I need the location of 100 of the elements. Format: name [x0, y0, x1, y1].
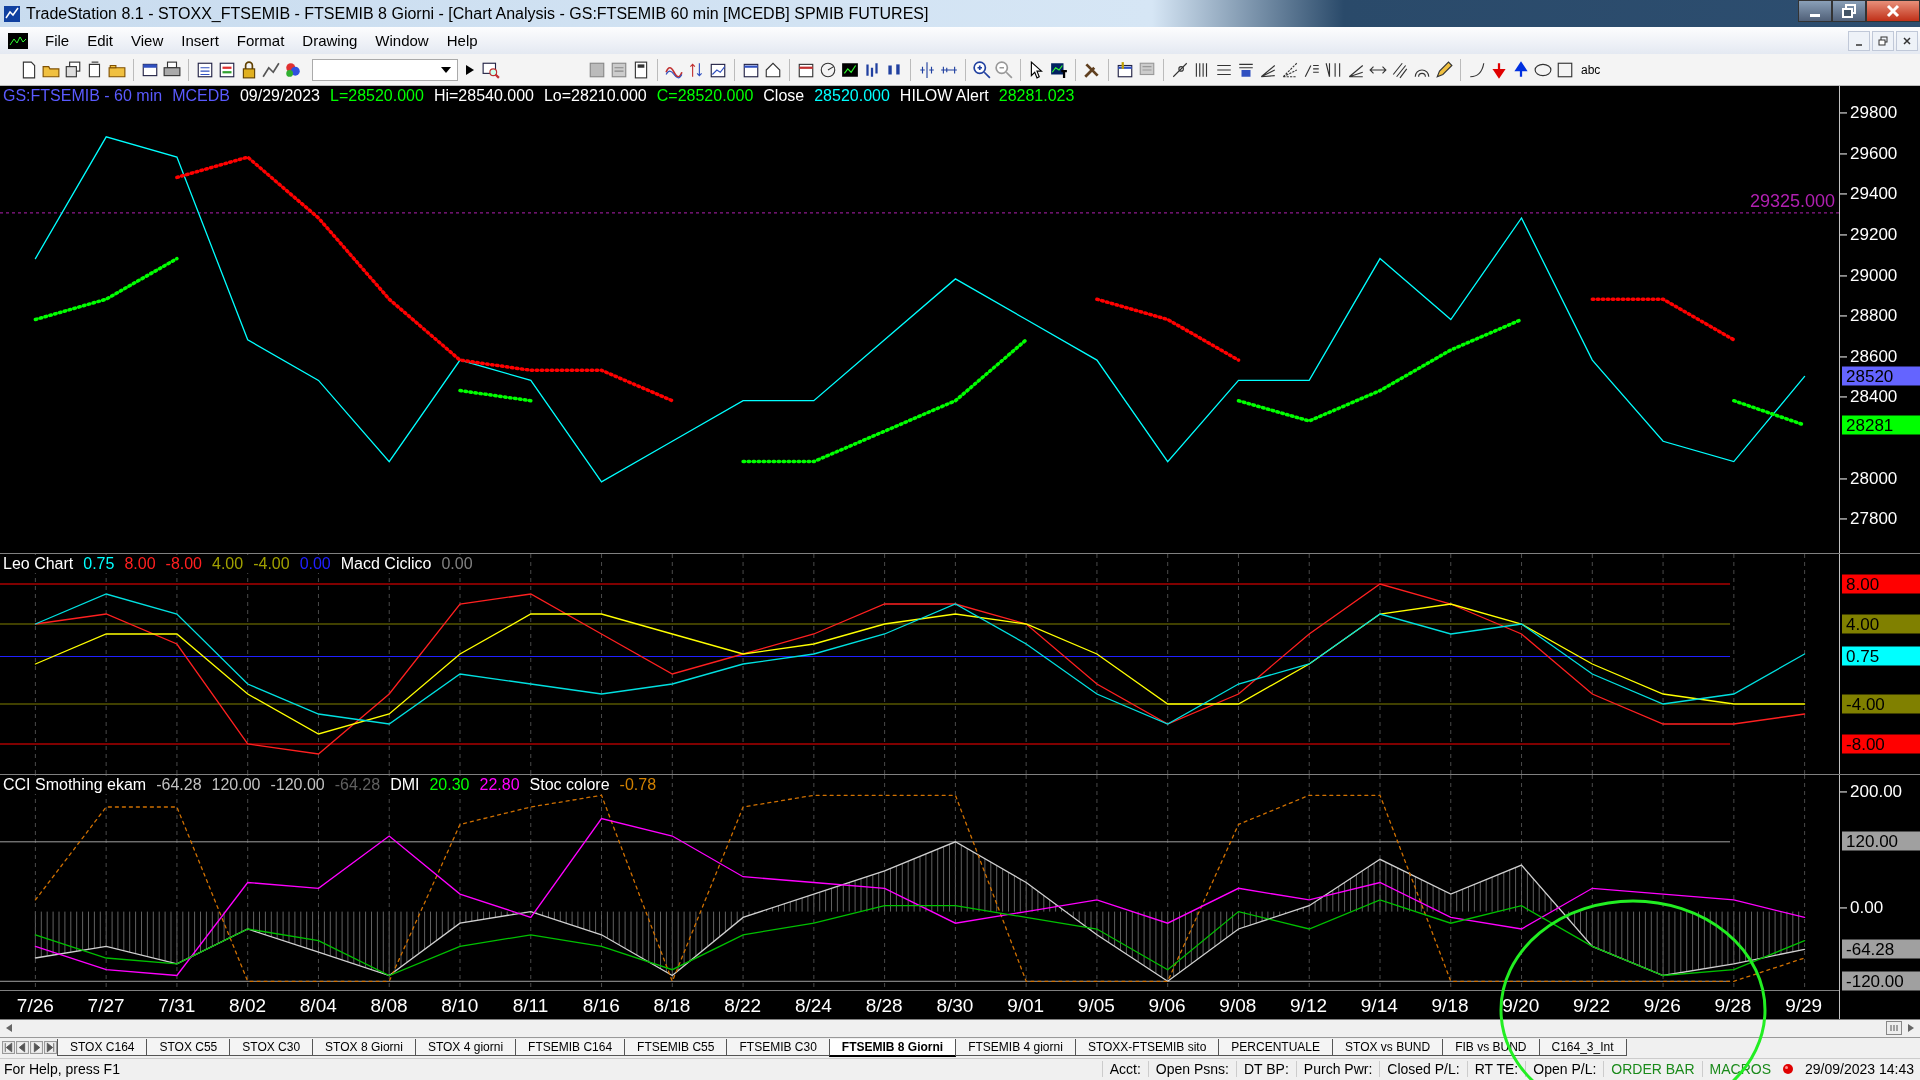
menu-item[interactable]: Drawing [293, 32, 367, 50]
calculator-icon[interactable] [632, 60, 650, 79]
minimize-icon [1856, 43, 1862, 46]
bars-icon[interactable] [863, 60, 881, 79]
up-arrow-icon[interactable] [1512, 60, 1530, 79]
menu-item[interactable]: Edit [78, 32, 123, 50]
pointer-icon[interactable] [1028, 60, 1046, 79]
menu-item[interactable]: Help [437, 32, 487, 50]
axis-level-label: -4.00 [1842, 694, 1920, 714]
colored-list-icon[interactable] [218, 60, 236, 79]
sheet-tab[interactable]: STOX C55 [146, 1039, 231, 1057]
blank-window-icon[interactable] [588, 60, 606, 79]
axis-level-label: 0.75 [1842, 646, 1920, 666]
status-datetime: 29/09/2023 14:43 [1804, 1061, 1915, 1078]
first-tab-icon[interactable] [2, 1041, 15, 1055]
date-axis-label: 9/01 [1006, 993, 1046, 1018]
sheet-tab[interactable]: STOXX-FTSEMIB sito [1074, 1039, 1220, 1057]
printer-icon[interactable] [163, 60, 181, 79]
trendline-icon[interactable] [1171, 60, 1189, 79]
legend-value: 22.80 [479, 775, 520, 794]
legend-value: -64.28 [156, 775, 202, 794]
next-tab-icon[interactable] [30, 1041, 43, 1055]
align-icon[interactable] [918, 60, 936, 79]
curve-icon[interactable] [1468, 60, 1486, 79]
restore-button[interactable] [1872, 30, 1894, 51]
current-value-marker: 28520 [1842, 366, 1920, 386]
legend-value: 4.00 [212, 554, 244, 573]
play-arrow-icon[interactable] [466, 64, 474, 75]
sheet-tab[interactable]: STOX 8 Giorni [312, 1039, 416, 1057]
minimize-icon [1810, 13, 1820, 17]
restore-icon [1878, 35, 1888, 46]
scroll-right-icon[interactable] [1908, 1024, 1914, 1033]
insert-window-icon[interactable] [1116, 60, 1134, 79]
date-axis-label: 8/02 [228, 993, 268, 1018]
sheet-tab[interactable]: STOX C164 [57, 1039, 148, 1057]
date-axis-label: 7/31 [157, 993, 197, 1018]
status-field: Purch Pwr: [1295, 1061, 1380, 1078]
date-axis-label: 8/11 [511, 993, 550, 1018]
rectangle-icon[interactable] [1556, 60, 1574, 79]
sheet-tab[interactable]: FTSEMIB 4 giorni [955, 1039, 1076, 1057]
down-arrow-icon[interactable] [1490, 60, 1508, 79]
chart-text-icon[interactable] [1050, 60, 1068, 79]
colored-balls-icon[interactable] [284, 60, 302, 79]
menu-item[interactable]: Insert [172, 32, 228, 50]
legend-value: GS:FTSEMIB - 60 min [3, 86, 163, 105]
sheet-tab[interactable]: FTSEMIB C55 [624, 1039, 728, 1057]
date-axis-label: 9/18 [1430, 993, 1470, 1018]
zoom-in-icon[interactable] [973, 60, 991, 79]
minimize-button[interactable] [1798, 0, 1832, 22]
menu-item[interactable]: File [36, 32, 79, 50]
legend-value: -120.00 [270, 775, 325, 794]
legend-value: Lo=28210.000 [543, 86, 647, 105]
sheet-tab[interactable]: FTSEMIB C30 [726, 1039, 830, 1057]
date-axis-label: 8/22 [723, 993, 763, 1018]
time-zones-icon[interactable] [1325, 60, 1343, 79]
menu-item[interactable]: Format [227, 32, 294, 50]
status-field: ORDER BAR [1603, 1061, 1702, 1078]
date-axis-label: 9/06 [1147, 993, 1187, 1018]
legend-value: DMI [390, 775, 420, 794]
close-icon [1885, 3, 1901, 19]
sheet-tab[interactable]: C164_3_Int [1538, 1039, 1627, 1057]
sheet-tab[interactable]: PERCENTUALE [1218, 1039, 1334, 1057]
date-axis-label: 9/14 [1359, 993, 1399, 1018]
menu-item[interactable]: Window [366, 32, 438, 50]
home-icon[interactable] [764, 60, 782, 79]
pencil-icon[interactable] [1435, 60, 1453, 79]
sheet-tab[interactable]: FTSEMIB 8 Giorni [828, 1038, 957, 1057]
chart-app-icon [8, 32, 28, 49]
chart-tool-icon[interactable] [262, 60, 280, 79]
axis-level-label: -8.00 [1842, 734, 1920, 754]
scrollbar-thumb[interactable] [1886, 1021, 1902, 1036]
radar-icon[interactable] [819, 60, 837, 79]
sheet-tab[interactable]: FTSEMIB C164 [515, 1039, 626, 1057]
list-window-icon[interactable] [196, 60, 214, 79]
previous-tab-icon[interactable] [16, 1041, 29, 1055]
up-down-arrows-icon[interactable] [687, 60, 705, 79]
legend-value: L=28520.000 [330, 86, 424, 105]
new-document-icon[interactable] [20, 60, 38, 79]
windows-icon[interactable] [64, 60, 82, 79]
scroll-left-icon[interactable] [6, 1024, 12, 1033]
parallel-lines-icon[interactable] [1391, 60, 1409, 79]
sheet-tab[interactable]: STOX 4 giorni [414, 1039, 517, 1057]
lock-icon[interactable] [240, 60, 258, 79]
close-button[interactable] [1866, 0, 1920, 22]
sheet-tab[interactable]: STOX C30 [229, 1039, 314, 1057]
fibonacci-fan-icon[interactable] [1281, 60, 1299, 79]
legend-value: HILOW Alert [899, 86, 989, 105]
sheet-tab[interactable]: STOX vs BUND [1332, 1039, 1444, 1057]
menu-item[interactable]: View [122, 32, 173, 50]
maximize-button[interactable] [1832, 0, 1866, 22]
legend-value: 120.00 [211, 775, 261, 794]
search-document-icon[interactable] [482, 60, 500, 79]
legend-value: Stoc colore [529, 775, 610, 794]
date-axis-label: 8/18 [652, 993, 692, 1018]
status-field: Acct: [1101, 1061, 1148, 1078]
text-tool-button[interactable]: abc [1578, 62, 1604, 77]
last-tab-icon[interactable] [44, 1041, 57, 1055]
axis-level-label: -120.00 [1842, 971, 1920, 991]
line-chart-icon[interactable] [841, 60, 859, 79]
restore-icon [1841, 3, 1857, 19]
